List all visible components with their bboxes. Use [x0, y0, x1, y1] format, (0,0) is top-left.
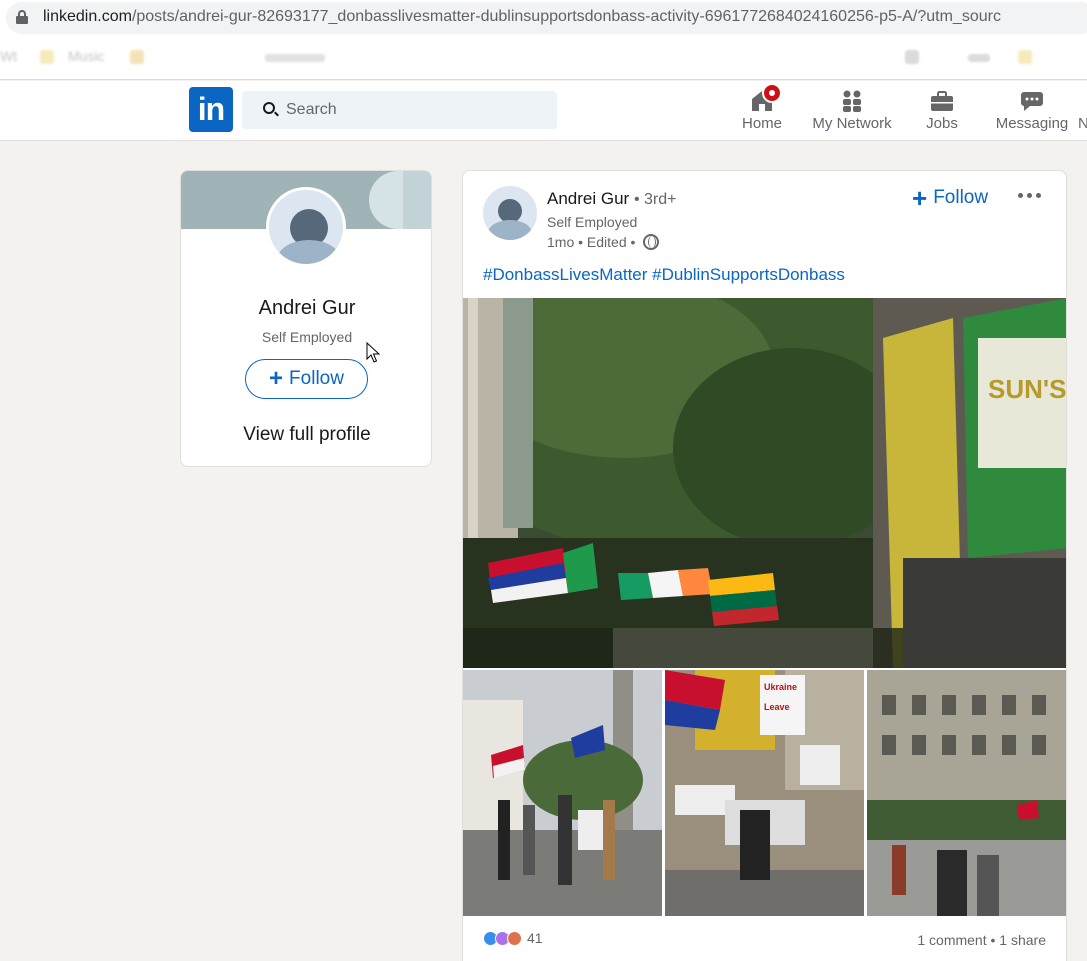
bookmarks-bar: Wt Music [0, 36, 1087, 80]
post-image-thumbnail[interactable] [463, 670, 662, 916]
search-icon [263, 102, 275, 114]
linkedin-logo-icon[interactable]: in [189, 87, 233, 132]
post-follow-button[interactable]: + Follow [912, 185, 988, 211]
follow-label: Follow [289, 368, 344, 389]
bookmark-favicon-icon [1018, 50, 1032, 64]
browser-address-bar: linkedin.com/posts/andrei-gur-82693177_d… [0, 0, 1087, 36]
post-engagement: 1 comment • 1 share [917, 932, 1046, 948]
post-image-main[interactable]: SUN'SOU [463, 298, 1067, 668]
bookmark-favicon-icon [40, 50, 54, 64]
bookmark-item[interactable] [968, 54, 990, 62]
mouse-cursor-icon [366, 342, 380, 363]
post-image-thumbnail[interactable] [867, 670, 1066, 916]
global-nav: in Home My Network Jobs Messaging N [0, 81, 1087, 141]
post-meta: 1mo • Edited • [547, 234, 660, 250]
author-avatar[interactable] [483, 186, 537, 240]
nav-item-my-network[interactable]: My Network [807, 81, 897, 141]
post-timestamp: 1mo • Edited • [547, 234, 636, 250]
author-headline: Self Employed [547, 214, 638, 230]
briefcase-icon [930, 89, 954, 113]
plus-icon: + [269, 365, 284, 392]
post-image-thumbnail[interactable]: Ukraine Leave [665, 670, 864, 916]
post-author[interactable]: Andrei Gur • 3rd+ [547, 189, 676, 209]
bookmark-item[interactable]: Wt [0, 48, 17, 64]
nav-item-label: Home [741, 115, 782, 132]
nav-item-jobs[interactable]: Jobs [912, 81, 972, 141]
comment-count-link[interactable]: 1 comment [917, 932, 986, 948]
svg-text:SUN'SOU: SUN'SOU [988, 374, 1067, 404]
nav-item-label: N [1078, 115, 1087, 132]
svg-text:Leave: Leave [764, 702, 790, 712]
bookmark-item[interactable]: Music [68, 48, 105, 64]
profile-card: Andrei Gur Self Employed + Follow View f… [180, 170, 432, 467]
lock-icon[interactable] [16, 10, 28, 24]
reaction-count: 41 [527, 930, 543, 946]
profile-name[interactable]: Andrei Gur [181, 297, 431, 320]
nav-item-label: Jobs [926, 115, 958, 132]
network-icon [840, 89, 864, 113]
profile-headline: Self Employed [261, 329, 353, 345]
follow-label: Follow [933, 187, 989, 208]
follow-button[interactable]: + Follow [245, 359, 368, 399]
view-full-profile-link[interactable]: View full profile [181, 424, 431, 446]
bookmark-favicon-icon [130, 50, 144, 64]
more-options-icon[interactable] [1018, 193, 1041, 198]
feed-post: Andrei Gur • 3rd+ Self Employed 1mo • Ed… [462, 170, 1067, 961]
notification-badge [762, 83, 782, 103]
post-hashtags[interactable]: #DonbassLivesMatter #DublinSupportsDonba… [483, 265, 845, 285]
svg-text:Ukraine: Ukraine [764, 682, 797, 692]
messaging-icon [1020, 89, 1044, 113]
nav-item-home[interactable]: Home [732, 81, 792, 141]
nav-item-label: Messaging [995, 115, 1069, 132]
search-box[interactable] [242, 91, 557, 129]
love-icon [507, 930, 522, 946]
plus-icon: + [912, 183, 928, 213]
home-icon [750, 83, 782, 113]
bookmark-favicon-icon [905, 50, 919, 64]
share-count-link[interactable]: 1 share [999, 932, 1046, 948]
author-name[interactable]: Andrei Gur [547, 189, 629, 208]
url-text[interactable]: linkedin.com/posts/andrei-gur-82693177_d… [43, 8, 1001, 26]
connection-degree: • 3rd+ [633, 191, 677, 208]
bookmark-item[interactable] [265, 54, 325, 62]
nav-item-messaging[interactable]: Messaging [994, 81, 1070, 141]
nav-item-notifications[interactable]: N [1078, 81, 1087, 141]
reactions-summary[interactable]: 41 [483, 930, 543, 946]
avatar[interactable] [266, 187, 346, 267]
nav-item-label: My Network [812, 115, 892, 132]
search-input[interactable] [286, 91, 546, 129]
globe-icon [643, 234, 660, 250]
